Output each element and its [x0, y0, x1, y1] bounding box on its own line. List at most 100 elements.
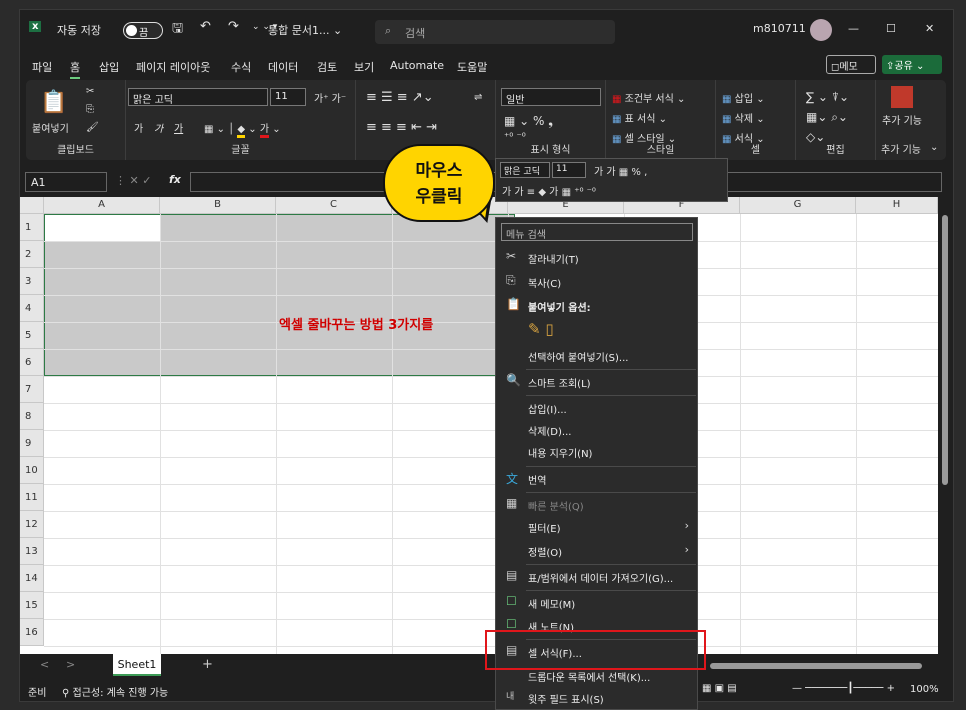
horizontal-scrollbar[interactable]: [710, 663, 922, 669]
menu-item-cut[interactable]: ✂ 잘라내기(T): [496, 246, 697, 270]
avatar[interactable]: [810, 19, 832, 41]
row-header[interactable]: 16: [20, 619, 44, 646]
tab-formulas[interactable]: 수식: [231, 59, 251, 75]
format-as-table-button[interactable]: ▦ 표 서식 ⌄: [612, 110, 667, 125]
undo-icon[interactable]: ↶: [200, 19, 211, 34]
conditional-format-button[interactable]: ▦ 조건부 서식 ⌄: [612, 90, 685, 105]
formula-icons[interactable]: ⋮ ✕ ✓: [115, 174, 151, 187]
number-format-select[interactable]: 일반: [501, 88, 601, 106]
zoom-level[interactable]: 100%: [910, 684, 939, 695]
name-box[interactable]: A1: [25, 172, 107, 192]
underline-button[interactable]: 가: [174, 120, 183, 135]
row-header[interactable]: 4: [20, 295, 44, 322]
copy-icon[interactable]: ⎘: [86, 104, 94, 115]
select-all-corner[interactable]: [20, 197, 44, 214]
font-size-select[interactable]: 11: [270, 88, 306, 106]
row-header[interactable]: 7: [20, 376, 44, 403]
border-icon[interactable]: ▦ ⌄ │ ◆ ⌄ 가 ⌄: [204, 120, 281, 138]
document-title[interactable]: 통합 문서1... ⌄: [268, 22, 342, 38]
tab-data[interactable]: 데이터: [268, 59, 298, 75]
cut-icon[interactable]: ✂: [86, 86, 94, 97]
addins-button[interactable]: 추가 기능: [880, 112, 924, 127]
row-header[interactable]: 14: [20, 565, 44, 592]
row-header[interactable]: 8: [20, 403, 44, 430]
menu-item-delete[interactable]: 삭제(D)...: [496, 418, 697, 442]
insert-cells-button[interactable]: ▦ 삽입 ⌄: [722, 90, 765, 105]
col-header-g[interactable]: G: [740, 197, 856, 214]
tab-automate[interactable]: Automate: [390, 59, 444, 72]
align-top-icons[interactable]: ≡ ☰ ≡ ↗⌄: [366, 90, 434, 105]
row-header[interactable]: 1: [20, 214, 44, 241]
vertical-scrollbar[interactable]: [938, 197, 953, 654]
row-header[interactable]: 3: [20, 268, 44, 295]
row-header[interactable]: 9: [20, 430, 44, 457]
mini-toolbar-row1[interactable]: 가 가 ▦ % ,: [594, 163, 647, 178]
menu-item-filter[interactable]: 필터(E) ›: [496, 515, 697, 539]
tab-home[interactable]: 홈: [70, 59, 81, 79]
addins-icon[interactable]: [891, 86, 913, 108]
tab-file[interactable]: 파일: [32, 59, 52, 75]
col-header-c[interactable]: C: [276, 197, 392, 214]
save-icon[interactable]: 🖫: [172, 19, 183, 41]
row-header[interactable]: 12: [20, 511, 44, 538]
delete-cells-button[interactable]: ▦ 삭제 ⌄: [722, 110, 765, 125]
menu-item-translate[interactable]: 文 번역: [496, 467, 697, 491]
menu-item-paste-special[interactable]: 선택하여 붙여넣기(S)...: [496, 344, 697, 368]
align-horizontal-icons[interactable]: ≡ ≡ ≡ ⇤ ⇥: [366, 120, 437, 135]
row-header[interactable]: 10: [20, 457, 44, 484]
sheet-tab-sheet1[interactable]: Sheet1: [113, 654, 161, 676]
worksheet-grid[interactable]: A B C D E F G H 1 2 3 4 5 6 7 8 9 10 11 …: [20, 197, 938, 654]
menu-item-phonetic[interactable]: 내 윗주 필드 표시(S): [496, 686, 697, 710]
row-header[interactable]: 5: [20, 322, 44, 349]
col-header-a[interactable]: A: [44, 197, 160, 214]
menu-item-get-data[interactable]: ▤ 표/범위에서 데이터 가져오기(G)...: [496, 565, 697, 589]
paste-button[interactable]: 붙여넣기: [32, 120, 69, 135]
row-header[interactable]: 6: [20, 349, 44, 376]
search-box[interactable]: ⌕ 검색: [375, 20, 615, 44]
currency-percent-icons[interactable]: ▦ ⌄ % ❟: [504, 114, 553, 129]
menu-item-new-comment[interactable]: ☐ 새 메모(M): [496, 591, 697, 615]
maximize-button[interactable]: ☐: [886, 22, 896, 35]
italic-button[interactable]: 가: [154, 120, 163, 135]
font-grow-icon[interactable]: 가⁺ 가⁻: [314, 90, 346, 105]
row-header[interactable]: 13: [20, 538, 44, 565]
paste-option-icon[interactable]: ✎ ▯: [528, 320, 554, 338]
menu-item-copy[interactable]: ⎘ 복사(C): [496, 270, 697, 294]
autosave-toggle[interactable]: 끔: [123, 22, 163, 39]
zoom-slider[interactable]: — ───────┃───── +: [792, 683, 895, 694]
accessibility-status[interactable]: ⚲ 접근성: 계속 진행 가능: [62, 684, 168, 699]
menu-item-clear-contents[interactable]: 내용 지우기(N): [496, 440, 697, 464]
function-icon[interactable]: fx: [169, 173, 181, 186]
memo-button[interactable]: ◻메모: [826, 55, 876, 74]
redo-icon[interactable]: ↷: [228, 19, 239, 34]
row-header[interactable]: 15: [20, 592, 44, 619]
tab-page-layout[interactable]: 페이지 레이아웃: [136, 59, 210, 75]
row-header[interactable]: 11: [20, 484, 44, 511]
tab-help[interactable]: 도움말: [457, 59, 487, 75]
mini-font-select[interactable]: 맑은 고딕: [500, 162, 550, 178]
tab-view[interactable]: 보기: [354, 59, 374, 75]
tab-insert[interactable]: 삽입: [99, 59, 119, 75]
menu-item-insert[interactable]: 삽입(I)...: [496, 396, 697, 420]
row-header[interactable]: 2: [20, 241, 44, 268]
paste-option-icons[interactable]: ✎ ▯: [496, 316, 697, 344]
close-button[interactable]: ✕: [925, 22, 934, 35]
share-button[interactable]: ⇪공유 ⌄: [882, 55, 942, 74]
mini-size-select[interactable]: 11: [552, 162, 586, 178]
paste-icon[interactable]: 📋: [40, 90, 67, 115]
add-sheet-button[interactable]: +: [202, 657, 213, 672]
fill-find-icon[interactable]: ▦⌄ ⌕⌄: [806, 110, 848, 125]
menu-item-smart-lookup[interactable]: 🔍 스마트 조회(L): [496, 370, 697, 394]
col-header-b[interactable]: B: [160, 197, 276, 214]
minimize-button[interactable]: —: [848, 22, 859, 35]
menu-item-sort[interactable]: 정렬(O) ›: [496, 539, 697, 563]
menu-search-input[interactable]: 메뉴 검색: [501, 223, 693, 241]
mini-toolbar-row2[interactable]: 가 가 ≡ ◆ 가 ▦ ⁺⁰ ⁻⁰: [502, 183, 596, 198]
sheet-prev-button[interactable]: <: [40, 658, 49, 671]
view-icons[interactable]: ▦ ▣ ▤: [702, 683, 737, 694]
col-header-h[interactable]: H: [856, 197, 938, 214]
autosum-icon[interactable]: ∑ ⌄ ⍒⌄: [806, 90, 849, 105]
tab-review[interactable]: 검토: [317, 59, 337, 75]
active-cell[interactable]: [45, 215, 160, 241]
collapse-ribbon-icon[interactable]: ⌄: [930, 142, 938, 153]
